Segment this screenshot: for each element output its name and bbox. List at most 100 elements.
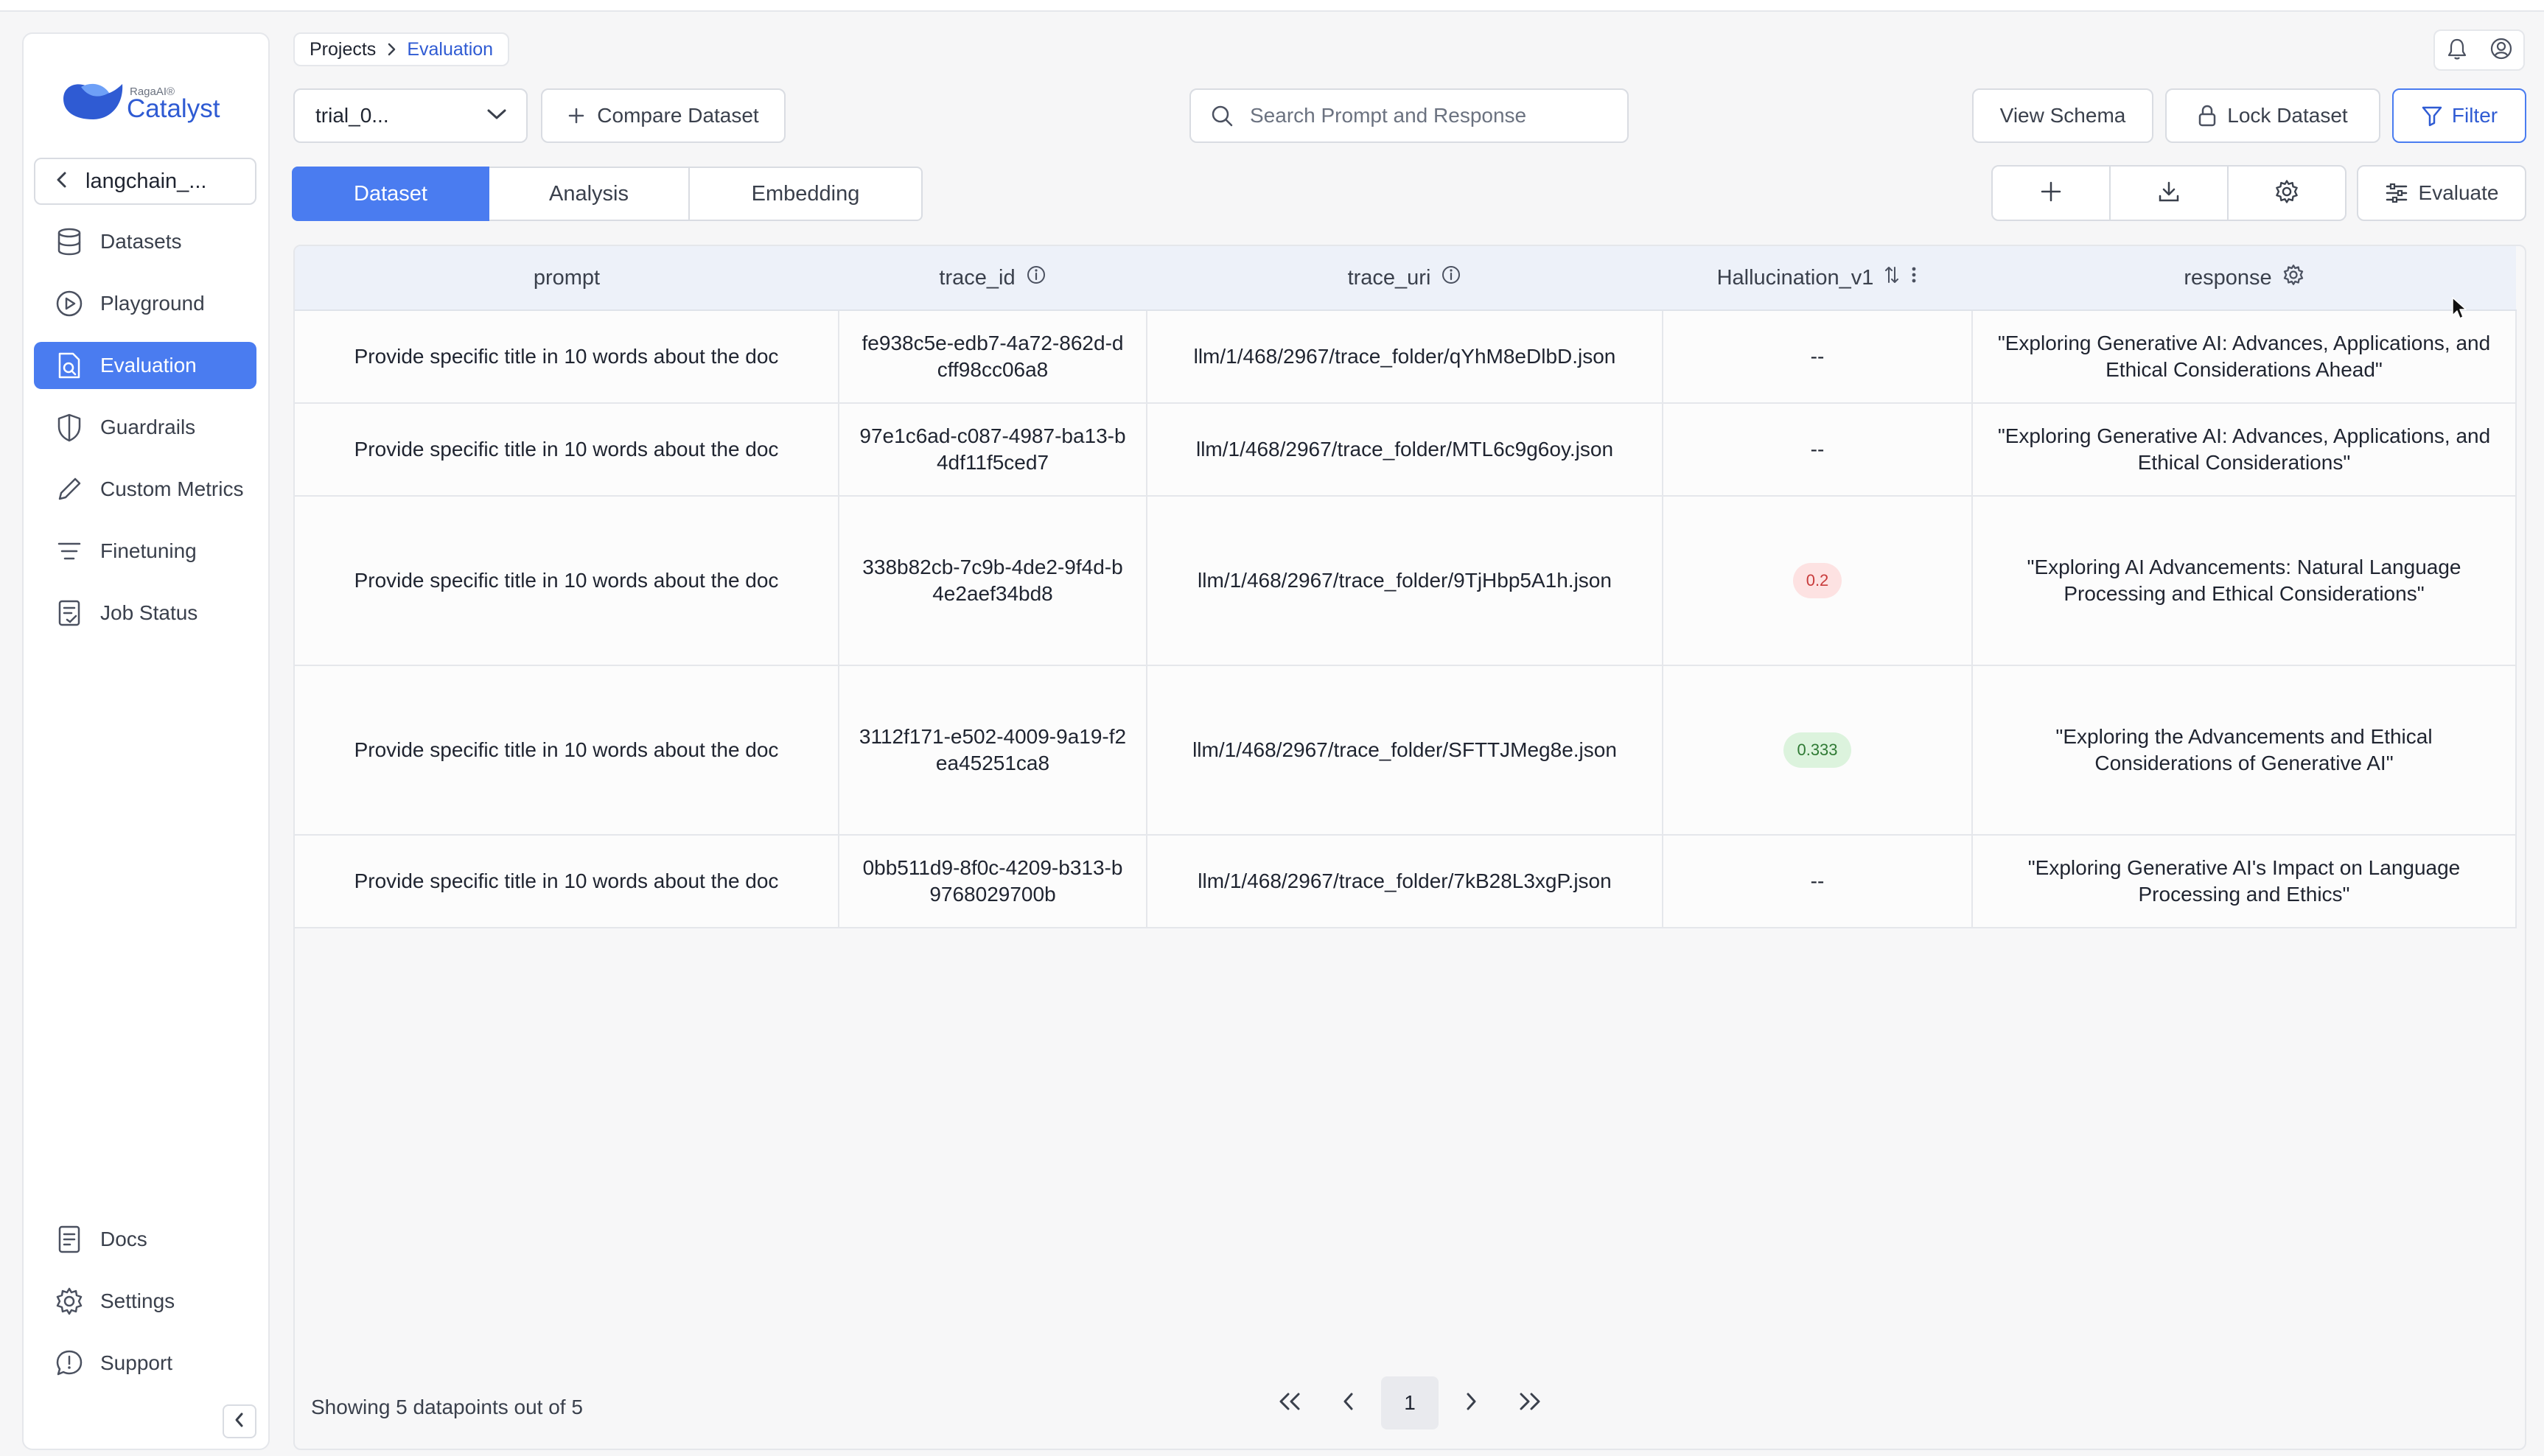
sidebar-item-job-status[interactable]: Job Status [34, 589, 256, 637]
first-page-button[interactable] [1260, 1375, 1319, 1431]
breadcrumb-current: Evaluation [407, 38, 494, 60]
cell-trace-id: fe938c5e-edb7-4a72-862d-dcff98cc06a8 [839, 310, 1147, 404]
document-icon [55, 1225, 84, 1254]
sort-icon[interactable] [1884, 265, 1900, 291]
cell-response: "Exploring Generative AI's Impact on Lan… [1972, 835, 2517, 928]
add-row-button[interactable] [1993, 167, 2111, 220]
sidebar-item-evaluation[interactable]: Evaluation [34, 342, 256, 389]
cell-response: "Exploring AI Advancements: Natural Lang… [1972, 496, 2517, 666]
mouse-cursor-icon [2451, 296, 2467, 323]
table-row[interactable]: Provide specific title in 10 words about… [295, 403, 2517, 497]
user-avatar-icon[interactable] [2489, 37, 2513, 64]
column-header-hallucination[interactable]: Hallucination_v1 [1663, 246, 1972, 311]
table-row[interactable]: Provide specific title in 10 words about… [295, 665, 2517, 836]
info-icon[interactable] [1026, 265, 1046, 291]
cell-trace-id: 0bb511d9-8f0c-4209-b313-b9768029700b [839, 835, 1147, 928]
breadcrumb-projects[interactable]: Projects [310, 39, 376, 60]
showing-count: Showing 5 datapoints out of 5 [311, 1396, 583, 1418]
cell-hallucination: 0.2 [1663, 496, 1973, 666]
list-icon [55, 536, 84, 566]
window-top-bar [0, 0, 2544, 12]
sidebar-item-label: Custom Metrics [100, 477, 244, 500]
info-icon[interactable] [1441, 265, 1461, 291]
sidebar-item-guardrails[interactable]: Guardrails [34, 404, 256, 451]
sidebar-item-label: Job Status [100, 601, 198, 624]
cell-hallucination: 0.333 [1663, 665, 1973, 836]
filter-label: Filter [2451, 104, 2498, 127]
cell-response: "Exploring Generative AI: Advances, Appl… [1972, 403, 2517, 497]
gear-icon [2274, 179, 2299, 208]
top-right-icons [2433, 29, 2525, 71]
sidebar-item-finetuning[interactable]: Finetuning [34, 528, 256, 575]
download-icon [2157, 180, 2181, 207]
compare-dataset-button[interactable]: Compare Dataset [541, 88, 786, 143]
sidebar-item-label: Datasets [100, 230, 182, 253]
chevron-left-icon [55, 171, 69, 192]
shield-icon [55, 413, 84, 442]
chevrons-right-icon [1517, 1392, 1543, 1415]
plus-icon [567, 107, 585, 125]
sidebar-item-label: Settings [100, 1289, 175, 1312]
table-footer: Showing 5 datapoints out of 5 1 [293, 1366, 2526, 1447]
tab-dataset[interactable]: Dataset [292, 167, 489, 221]
next-page-button[interactable] [1442, 1375, 1500, 1431]
project-back-button[interactable]: langchain_... [34, 158, 256, 205]
search-input[interactable] [1248, 103, 1605, 128]
column-header-response[interactable]: response [1972, 246, 2516, 311]
clipboard-check-icon [55, 598, 84, 628]
evaluate-button[interactable]: Evaluate [2357, 165, 2526, 221]
column-header-prompt[interactable]: prompt [295, 246, 839, 311]
table-row[interactable]: Provide specific title in 10 words about… [295, 496, 2517, 666]
sidebar-item-playground[interactable]: Playground [34, 280, 256, 327]
pencil-icon [55, 475, 84, 504]
bell-icon[interactable] [2446, 37, 2468, 64]
search-icon [1210, 104, 1234, 127]
table-row[interactable]: Provide specific title in 10 words about… [295, 310, 2517, 404]
sidebar-item-docs[interactable]: Docs [34, 1216, 256, 1263]
gear-icon[interactable] [2282, 264, 2304, 292]
view-schema-button[interactable]: View Schema [1972, 88, 2153, 143]
table-header-row: prompt trace_id trace_uri Hallucination_… [295, 246, 2516, 311]
plus-icon [2039, 180, 2063, 207]
sidebar-item-label: Guardrails [100, 416, 196, 438]
table-actions-group [1991, 165, 2346, 221]
sidebar-item-custom-metrics[interactable]: Custom Metrics [34, 466, 256, 513]
filter-button[interactable]: Filter [2392, 88, 2526, 143]
cell-hallucination: -- [1663, 310, 1973, 404]
tab-analysis[interactable]: Analysis [489, 167, 690, 221]
sidebar-item-settings[interactable]: Settings [34, 1278, 256, 1325]
dataset-select-value: trial_0... [315, 104, 389, 127]
more-vertical-icon[interactable] [1910, 265, 1918, 291]
chevron-left-icon [1341, 1392, 1356, 1415]
cell-trace-uri: llm/1/468/2967/trace_folder/SFTTJMeg8e.j… [1147, 665, 1663, 836]
collapse-sidebar-button[interactable] [223, 1404, 256, 1438]
prev-page-button[interactable] [1319, 1375, 1378, 1431]
chevron-right-icon [1464, 1392, 1478, 1415]
cell-trace-uri: llm/1/468/2967/trace_folder/7kB28L3xgP.j… [1147, 835, 1663, 928]
cell-hallucination: -- [1663, 403, 1973, 497]
column-header-trace-id[interactable]: trace_id [839, 246, 1147, 311]
chevron-left-icon [233, 1412, 246, 1432]
download-button[interactable] [2111, 167, 2229, 220]
sidebar-item-label: Docs [100, 1228, 147, 1250]
lock-dataset-button[interactable]: Lock Dataset [2165, 88, 2380, 143]
last-page-button[interactable] [1500, 1375, 1559, 1431]
sidebar-item-support[interactable]: Support [34, 1340, 256, 1387]
column-header-trace-uri[interactable]: trace_uri [1147, 246, 1663, 311]
chevrons-left-icon [1276, 1392, 1303, 1415]
cell-trace-id: 97e1c6ad-c087-4987-ba13-b4df11f5ced7 [839, 403, 1147, 497]
sidebar-item-datasets[interactable]: Datasets [34, 218, 256, 265]
dataset-select[interactable]: trial_0... [293, 88, 528, 143]
cell-trace-uri: llm/1/468/2967/trace_folder/9TjHbp5A1h.j… [1147, 496, 1663, 666]
data-table: prompt trace_id trace_uri Hallucination_… [293, 245, 2526, 1450]
gear-icon [55, 1287, 84, 1316]
evaluation-icon [55, 351, 84, 380]
play-circle-icon [55, 289, 84, 318]
table-row[interactable]: Provide specific title in 10 words about… [295, 835, 2517, 928]
table-settings-button[interactable] [2229, 167, 2345, 220]
chevron-down-icon [486, 108, 507, 125]
page-number-button[interactable]: 1 [1381, 1376, 1439, 1429]
tab-embedding[interactable]: Embedding [690, 167, 923, 221]
sliders-icon [2385, 183, 2408, 203]
cell-prompt: Provide specific title in 10 words about… [295, 835, 839, 928]
